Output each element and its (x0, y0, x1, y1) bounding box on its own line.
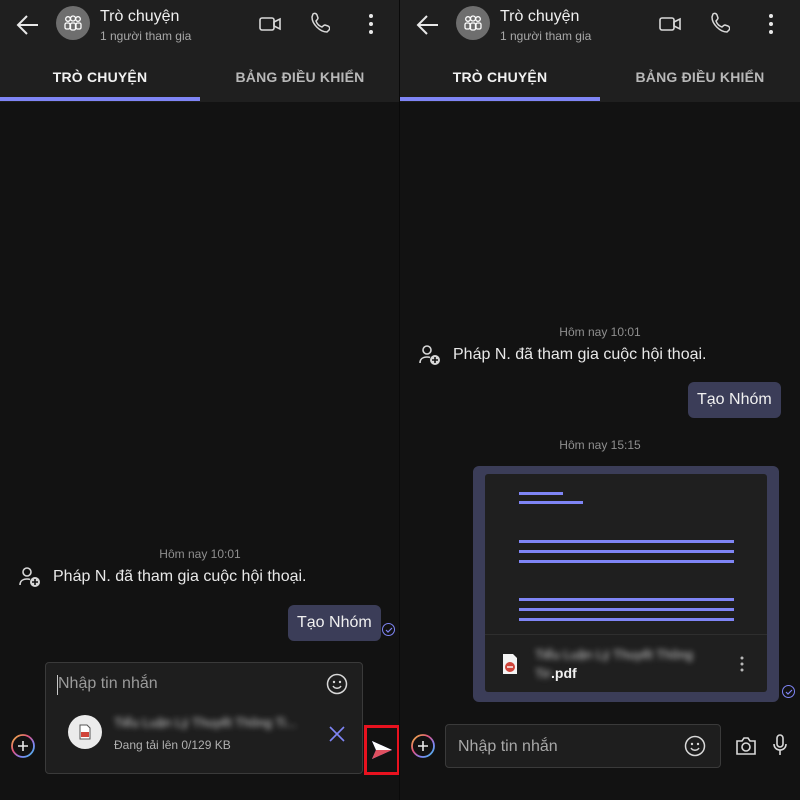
more-vertical-icon[interactable] (763, 12, 779, 36)
send-button[interactable] (364, 725, 400, 775)
pdf-file-icon (79, 724, 91, 740)
tab-bar: TRÒ CHUYỆN BẢNG ĐIỀU KHIỂN (400, 50, 800, 102)
close-icon[interactable] (328, 725, 346, 743)
preview-line (519, 618, 734, 621)
file-name-blurred: Tiểu Luận Lý Thuyết Thông (535, 647, 694, 662)
composer-box: Nhập tin nhắn Tiểu Luận Lý Thuyết Thông … (45, 662, 363, 774)
preview-line (519, 501, 583, 504)
file-message-card[interactable]: Tiểu Luận Lý Thuyết Thông Tin 1 .pdf (473, 466, 779, 702)
preview-line (519, 492, 563, 495)
active-tab-indicator (0, 97, 200, 101)
file-info: Tiểu Luận Lý Thuyết Thông Tin 1 .pdf (485, 634, 767, 692)
emoji-icon[interactable] (326, 673, 348, 695)
preview-line (519, 560, 734, 563)
upload-status: Đang tải lên 0/129 KB (114, 738, 231, 752)
upload-file-name: Tiểu Luận Lý Thuyết Thông Ti... (114, 715, 297, 730)
message-input[interactable]: Nhập tin nhắn (58, 675, 158, 693)
participant-count: 1 người tham gia (100, 29, 192, 43)
phone-icon[interactable] (708, 11, 730, 35)
person-add-icon (19, 567, 40, 587)
plus-circle-icon[interactable] (10, 733, 36, 759)
tab-chat[interactable]: TRÒ CHUYỆN (0, 69, 200, 85)
pdf-file-icon (503, 654, 517, 674)
active-tab-indicator (400, 97, 600, 101)
file-extension: .pdf (551, 665, 577, 681)
chat-header: Trò chuyện 1 người tham gia (400, 0, 800, 50)
participant-count: 1 người tham gia (500, 29, 592, 43)
document-preview[interactable] (485, 474, 767, 640)
arrow-left-icon[interactable] (414, 11, 442, 39)
chat-header: Trò chuyện 1 người tham gia (0, 0, 400, 50)
emoji-icon[interactable] (684, 735, 706, 757)
message-bubble[interactable]: Tạo Nhóm (288, 605, 381, 641)
chat-panel-sent: Trò chuyện 1 người tham gia TRÒ CHUYỆN B… (400, 0, 800, 800)
file-name-blurred-2: Tin 1 (535, 666, 551, 681)
tab-chat[interactable]: TRÒ CHUYỆN (400, 69, 600, 85)
system-message-text: Pháp N. đã tham gia cuộc hội thoại. (53, 568, 307, 585)
chat-panel-uploading: Trò chuyện 1 người tham gia TRÒ CHUYỆN B… (0, 0, 400, 800)
system-message: Pháp N. đã tham gia cuộc hội thoại. (18, 566, 307, 588)
microphone-icon[interactable] (773, 734, 787, 756)
video-call-icon[interactable] (658, 13, 682, 35)
plus-circle-icon[interactable] (410, 733, 436, 759)
message-input[interactable]: Nhập tin nhắn (458, 738, 558, 756)
tab-bar: TRÒ CHUYỆN BẢNG ĐIỀU KHIỂN (0, 50, 400, 102)
group-avatar-icon[interactable] (456, 6, 490, 40)
chat-title: Trò chuyện (100, 8, 180, 25)
message-timestamp: Hôm nay 10:01 (559, 325, 641, 339)
preview-line (519, 540, 734, 543)
send-icon (372, 741, 392, 759)
system-message: Pháp N. đã tham gia cuộc hội thoại. (418, 344, 707, 366)
chat-title: Trò chuyện (500, 8, 580, 25)
check-circle-icon (382, 623, 395, 636)
tab-dashboard[interactable]: BẢNG ĐIỀU KHIỂN (600, 69, 800, 85)
uploading-file-thumbnail (68, 715, 102, 749)
preview-line (519, 598, 734, 601)
preview-line (519, 608, 734, 611)
tab-dashboard[interactable]: BẢNG ĐIỀU KHIỂN (200, 69, 400, 85)
message-timestamp: Hôm nay 10:01 (159, 547, 241, 561)
composer-box: Nhập tin nhắn (445, 724, 721, 768)
more-vertical-icon[interactable] (739, 655, 745, 673)
video-call-icon[interactable] (258, 13, 282, 35)
message-bubble[interactable]: Tạo Nhóm (688, 382, 781, 418)
arrow-left-icon[interactable] (14, 11, 42, 39)
person-add-icon (419, 345, 440, 365)
phone-icon[interactable] (308, 11, 330, 35)
preview-line (519, 550, 734, 553)
group-avatar-icon[interactable] (56, 6, 90, 40)
message-timestamp: Hôm nay 15:15 (559, 438, 641, 452)
camera-icon[interactable] (735, 736, 757, 756)
more-vertical-icon[interactable] (363, 12, 379, 36)
system-message-text: Pháp N. đã tham gia cuộc hội thoại. (453, 346, 707, 363)
check-circle-icon (782, 685, 795, 698)
